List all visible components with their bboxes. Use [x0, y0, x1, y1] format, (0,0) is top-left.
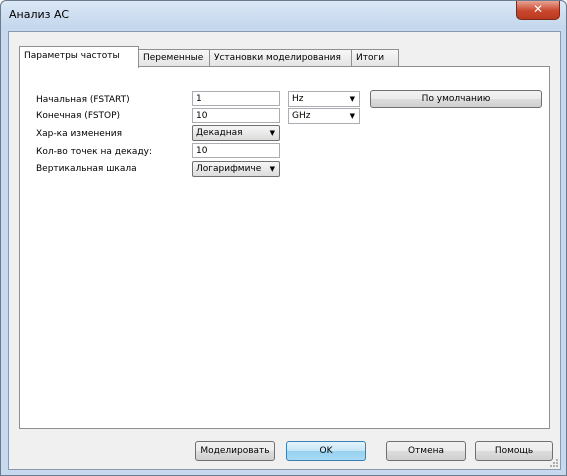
- fstart-label: Начальная (FSTART): [36, 95, 130, 105]
- close-button[interactable]: ✕: [516, 1, 560, 20]
- close-icon: ✕: [532, 2, 544, 16]
- resize-grip-icon[interactable]: [549, 458, 559, 468]
- chevron-down-icon: ▼: [269, 129, 275, 137]
- cancel-button[interactable]: Отмена: [386, 441, 466, 461]
- fstop-input[interactable]: 10: [192, 108, 280, 123]
- tab-panel: Начальная (FSTART) Конечная (FSTOP) Хар-…: [19, 66, 550, 429]
- title-bar[interactable]: Анализ AC ✕: [1, 1, 566, 29]
- fstart-input[interactable]: 1: [192, 91, 280, 106]
- window-title: Анализ AC: [9, 8, 69, 21]
- fstart-unit-select[interactable]: Hz ▼: [288, 91, 360, 107]
- simulate-button[interactable]: Моделировать: [195, 441, 275, 461]
- vertical-scale-label: Вертикальная шкала: [36, 164, 137, 174]
- tab-simulation-settings[interactable]: Установки моделирования: [209, 49, 352, 67]
- fstop-unit-select[interactable]: GHz ▼: [288, 108, 360, 124]
- tab-results[interactable]: Итоги: [351, 49, 399, 67]
- tab-frequency-parameters[interactable]: Параметры частоты: [19, 46, 139, 68]
- fstop-label: Конечная (FSTOP): [36, 111, 121, 121]
- sweep-type-select[interactable]: Декадная ▼: [192, 125, 280, 141]
- tab-label: Установки моделирования: [214, 53, 341, 63]
- dialog-window: Анализ AC ✕ Параметры частоты Переменные…: [0, 0, 567, 476]
- chevron-down-icon: ▼: [269, 165, 275, 173]
- select-value: Hz: [292, 94, 304, 104]
- dialog-body: Параметры частоты Переменные Установки м…: [8, 31, 561, 470]
- default-button[interactable]: По умолчанию: [370, 90, 542, 108]
- tab-label: Итоги: [356, 53, 385, 63]
- chevron-down-icon: ▼: [349, 112, 355, 120]
- tab-label: Параметры частоты: [24, 51, 120, 61]
- points-per-decade-input[interactable]: 10: [192, 143, 280, 158]
- tab-variables[interactable]: Переменные: [138, 49, 211, 67]
- select-value: GHz: [292, 111, 311, 121]
- help-button[interactable]: Помощь: [475, 441, 553, 461]
- vertical-scale-select[interactable]: Логарифмиче ▼: [192, 161, 280, 177]
- tab-label: Переменные: [143, 53, 204, 63]
- select-value: Логарифмиче: [196, 164, 262, 174]
- sweep-type-label: Хар-ка изменения: [36, 129, 122, 139]
- chevron-down-icon: ▼: [349, 95, 355, 103]
- points-per-decade-label: Кол-во точек на декаду:: [36, 147, 153, 157]
- ok-button[interactable]: OK: [286, 441, 366, 461]
- select-value: Декадная: [196, 128, 243, 138]
